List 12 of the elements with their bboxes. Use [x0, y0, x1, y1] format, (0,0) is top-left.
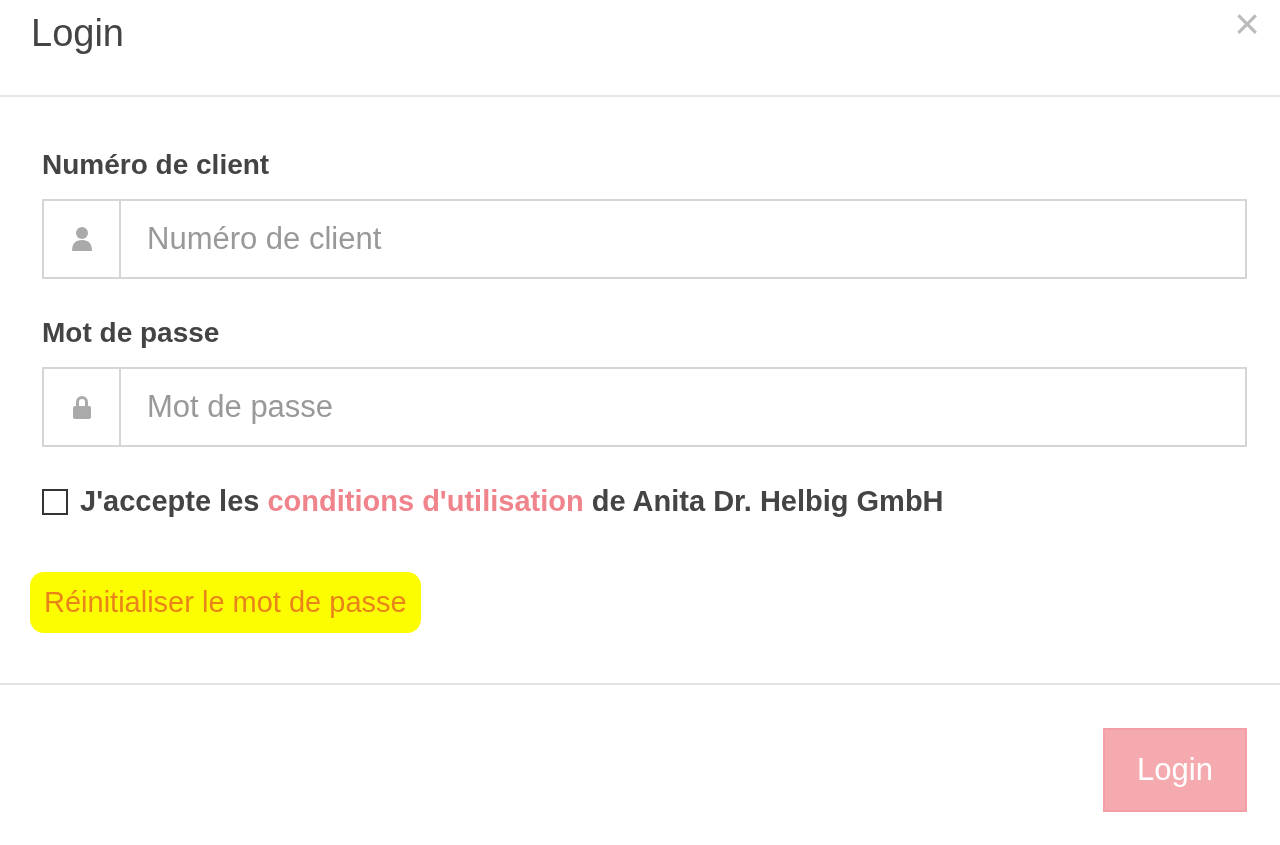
terms-sentence: J'accepte les conditions d'utilisation de Anita Dr. Helbig GmbH: [80, 485, 944, 518]
close-button[interactable]: ×: [1234, 2, 1260, 46]
field-label: Mot de passe: [42, 317, 221, 349]
user-icon: [70, 227, 93, 251]
lock-icon: [71, 395, 92, 419]
input-field[interactable]: Mot de passe: [121, 367, 1247, 447]
reset-password-link[interactable]: Réinitialiser le mot de passe: [30, 572, 421, 633]
input-field[interactable]: Numéro de client: [121, 199, 1247, 279]
terms-link[interactable]: conditions d'utilisation: [267, 485, 584, 517]
field-label: Numéro de client: [42, 149, 271, 181]
checkbox[interactable]: [42, 488, 68, 515]
dialog-title: Login: [31, 12, 124, 55]
